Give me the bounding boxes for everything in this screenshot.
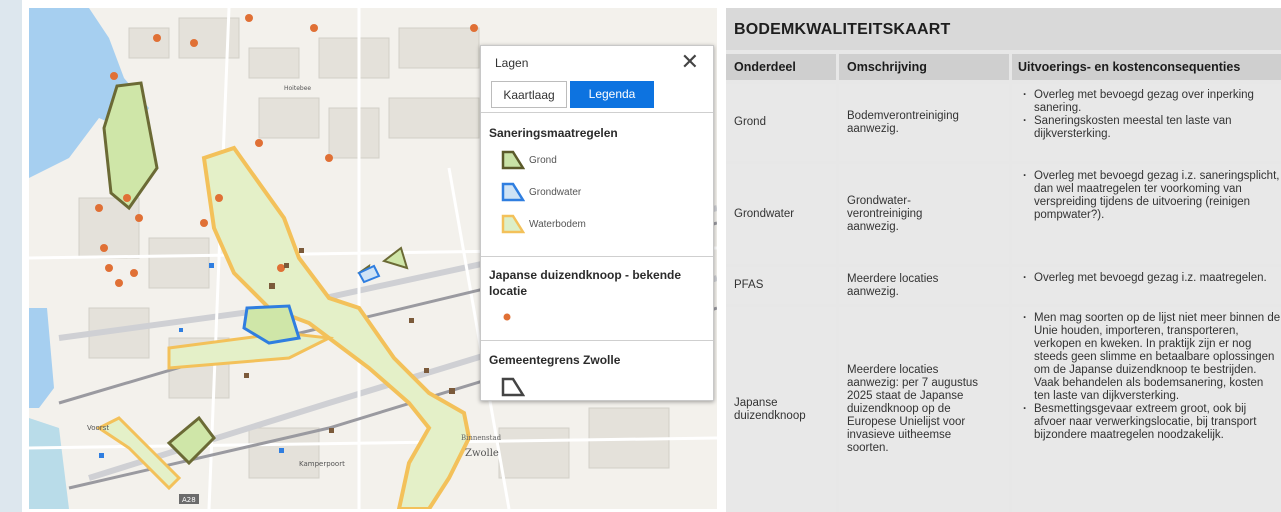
table-cell-omschrijving: Bodemverontreiniging aanwezig.: [839, 84, 1009, 161]
table-cell-onderdeel: PFAS: [726, 267, 836, 304]
map-label-voorst: Voorst: [87, 424, 109, 432]
map-view[interactable]: Hoitebee Voorst Kamperpoort Binnenstad Z…: [29, 8, 717, 509]
column-header: Omschrijving: [839, 54, 1009, 80]
duizendknoop-marker-icon: [503, 313, 511, 321]
divider: [481, 256, 713, 257]
column-header: Uitvoerings- en kostenconsequenties: [1012, 54, 1281, 80]
table-cell-onderdeel: Grondwater: [726, 164, 836, 264]
bodemkwaliteit-table: BODEMKWALITEITSKAART Onderdeel Omschrijv…: [726, 8, 1281, 512]
gemeentegrens-symbol-icon: [501, 377, 525, 397]
left-margin-strip: [0, 0, 22, 512]
table-cell-onderdeel: Grond: [726, 84, 836, 161]
legend-section-title: Japanse duizendknoop - bekende locatie: [489, 268, 682, 298]
legend-item-label: Grondwater: [529, 187, 582, 198]
table-cell-omschrijving: Grondwater-verontreiniging aanwezig.: [839, 164, 1009, 264]
grond-symbol-icon: [501, 150, 525, 170]
table-cell-consequenties: Men mag soorten op de lijst niet meer bi…: [1012, 307, 1281, 512]
legend-panel[interactable]: Lagen ✕ Kaartlaag Legenda Saneringsmaatr…: [480, 45, 714, 401]
map-label-binnenstad: Binnenstad: [461, 434, 502, 442]
close-icon[interactable]: ✕: [681, 51, 699, 73]
map-label-kamperpoort: Kamperpoort: [299, 460, 345, 468]
legend-section-title: Saneringsmaatregelen: [489, 126, 618, 140]
legend-panel-title: Lagen: [495, 56, 529, 70]
table-cell-consequenties: Overleg met bevoegd gezag i.z. maatregel…: [1012, 267, 1281, 304]
table-title: BODEMKWALITEITSKAART: [734, 21, 951, 38]
legend-item-label: Waterbodem: [529, 219, 586, 230]
table-cell-onderdeel: Japanse duizendknoop: [726, 307, 836, 512]
grondwater-symbol-icon: [501, 182, 525, 202]
table-cell-consequenties: Overleg met bevoegd gezag i.z. sanerings…: [1012, 164, 1281, 264]
tab-kaartlaag[interactable]: Kaartlaag: [491, 81, 567, 108]
table-title-bar: BODEMKWALITEITSKAART: [726, 8, 1281, 50]
table-cell-omschrijving: Meerdere locaties aanwezig: per 7 august…: [839, 307, 1009, 512]
waterbodem-symbol-icon: [501, 214, 525, 234]
column-header: Onderdeel: [726, 54, 836, 80]
map-label-a28: A28: [182, 496, 196, 504]
legend-item-label: Grond: [529, 155, 557, 166]
legend-section-title: Gemeentegrens Zwolle: [489, 353, 621, 367]
table-cell-consequenties: Overleg met bevoegd gezag over inperking…: [1012, 84, 1281, 161]
map-label-hoiteboer: Hoitebee: [284, 85, 311, 92]
map-label-zwolle: Zwolle: [465, 448, 499, 459]
table-cell-omschrijving: Meerdere locaties aanwezig.: [839, 267, 1009, 304]
legend-panel-header: Lagen ✕: [481, 46, 713, 80]
divider: [481, 340, 713, 341]
tab-legenda[interactable]: Legenda: [570, 81, 654, 108]
divider: [481, 112, 713, 113]
